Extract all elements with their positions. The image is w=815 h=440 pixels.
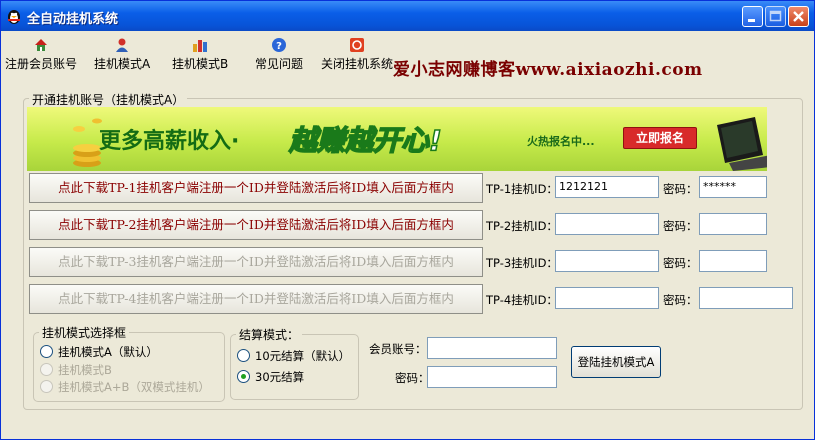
toolbar-close-system-label: 关闭挂机系统 <box>321 57 394 71</box>
toolbar-mode-a-label: 挂机模式A <box>94 57 151 71</box>
penguin-icon <box>8 10 20 24</box>
account-input[interactable] <box>427 337 557 359</box>
ad-hot-text: 火热报名中... <box>527 135 595 148</box>
minimize-button[interactable] <box>742 6 763 27</box>
ad-slogan-2: 越赚越开心! <box>288 123 442 158</box>
toolbar-faq-label: 常见问题 <box>255 57 304 71</box>
account-group-legend: 开通挂机账号（挂机模式A） <box>29 91 188 108</box>
mode-b-radio[interactable] <box>40 363 53 376</box>
tp2-id-label: TP-2挂机ID： <box>486 219 558 233</box>
toolbar-mode-b-label: 挂机模式B <box>172 57 229 71</box>
blog-banner-text: 爱小志网赚博客www.aixiaozhi.com <box>393 60 703 80</box>
tp4-password-label: 密码： <box>663 293 698 307</box>
house-icon <box>35 39 47 51</box>
minimize-icon <box>748 19 755 22</box>
tp3-password-label: 密码： <box>663 256 698 270</box>
download-tp3-button[interactable]: 点此下载TP-3挂机客户端注册一个ID并登陆激活后将ID填入后面方框内 <box>29 247 483 277</box>
tp4-id-label: TP-4挂机ID： <box>486 293 558 307</box>
settle-10-radio[interactable] <box>237 349 250 362</box>
login-mode-a-button[interactable]: 登陆挂机模式A <box>571 346 661 378</box>
toolbar-close-system[interactable]: 关闭挂机系统 <box>321 37 393 72</box>
ad-slogan-1: 更多高薪收入· <box>99 129 240 154</box>
radio-checked-dot <box>241 374 246 379</box>
settle-group <box>230 334 359 400</box>
user-icon <box>116 38 129 52</box>
bar-chart-icon <box>193 40 208 52</box>
tp2-password-input[interactable] <box>699 213 767 235</box>
account-label: 会员账号： <box>369 342 427 356</box>
toolbar-mode-a[interactable]: 挂机模式A <box>94 37 150 72</box>
laptop-icon <box>717 117 767 171</box>
tp3-id-input[interactable] <box>555 250 659 272</box>
mode-ab-label[interactable]: 挂机模式A+B（双模式挂机） <box>58 379 210 395</box>
window-title: 全自动挂机系统 <box>27 12 119 27</box>
ad-signup-button[interactable]: 立即报名 <box>623 127 697 149</box>
tp4-id-input[interactable] <box>555 287 659 309</box>
download-tp4-button[interactable]: 点此下载TP-4挂机客户端注册一个ID并登陆激活后将ID填入后面方框内 <box>29 284 483 314</box>
tp1-password-input[interactable]: ****** <box>699 176 767 198</box>
login-password-label: 密码： <box>395 371 430 385</box>
power-icon <box>350 38 364 52</box>
mode-group-legend: 挂机模式选择框 <box>39 324 130 341</box>
close-icon <box>793 11 804 22</box>
tp3-id-label: TP-3挂机ID： <box>486 256 558 270</box>
settle-10-label[interactable]: 10元结算（默认） <box>255 348 350 364</box>
tp1-id-label: TP-1挂机ID： <box>486 182 558 196</box>
help-icon: ? <box>272 38 286 52</box>
tp1-id-input[interactable]: 1212121 <box>555 176 659 198</box>
maximize-icon <box>769 10 782 22</box>
close-button[interactable] <box>788 6 809 27</box>
mode-a-label[interactable]: 挂机模式A（默认） <box>58 344 158 360</box>
toolbar-register[interactable]: 注册会员账号 <box>5 37 77 72</box>
mode-ab-radio[interactable] <box>40 380 53 393</box>
login-password-input[interactable] <box>427 366 557 388</box>
title-bar[interactable]: 全自动挂机系统 <box>1 1 814 31</box>
maximize-button[interactable] <box>765 6 786 27</box>
svg-text:?: ? <box>276 41 282 52</box>
tp4-password-input[interactable] <box>699 287 793 309</box>
tp3-password-input[interactable] <box>699 250 767 272</box>
settle-group-legend: 结算模式： <box>236 326 303 343</box>
mode-a-radio[interactable] <box>40 345 53 358</box>
download-tp2-button[interactable]: 点此下载TP-2挂机客户端注册一个ID并登陆激活后将ID填入后面方框内 <box>29 210 483 240</box>
settle-30-label[interactable]: 30元结算 <box>255 369 304 385</box>
toolbar-mode-b[interactable]: 挂机模式B <box>172 37 228 72</box>
settle-30-radio[interactable] <box>237 370 250 383</box>
toolbar-register-label: 注册会员账号 <box>5 57 78 71</box>
toolbar-faq[interactable]: ? 常见问题 <box>255 37 303 72</box>
download-tp1-button[interactable]: 点此下载TP-1挂机客户端注册一个ID并登陆激活后将ID填入后面方框内 <box>29 173 483 203</box>
ad-banner[interactable]: 更多高薪收入· 越赚越开心! 火热报名中... 立即报名 <box>27 107 767 171</box>
main-window: 全自动挂机系统 注册会员账号 挂机模式A 挂机模式B ? 常见问题 关闭挂机系统… <box>0 0 815 440</box>
tp2-id-input[interactable] <box>555 213 659 235</box>
tp1-password-label: 密码： <box>663 182 698 196</box>
mode-b-label[interactable]: 挂机模式B <box>58 362 112 378</box>
tp2-password-label: 密码： <box>663 219 698 233</box>
